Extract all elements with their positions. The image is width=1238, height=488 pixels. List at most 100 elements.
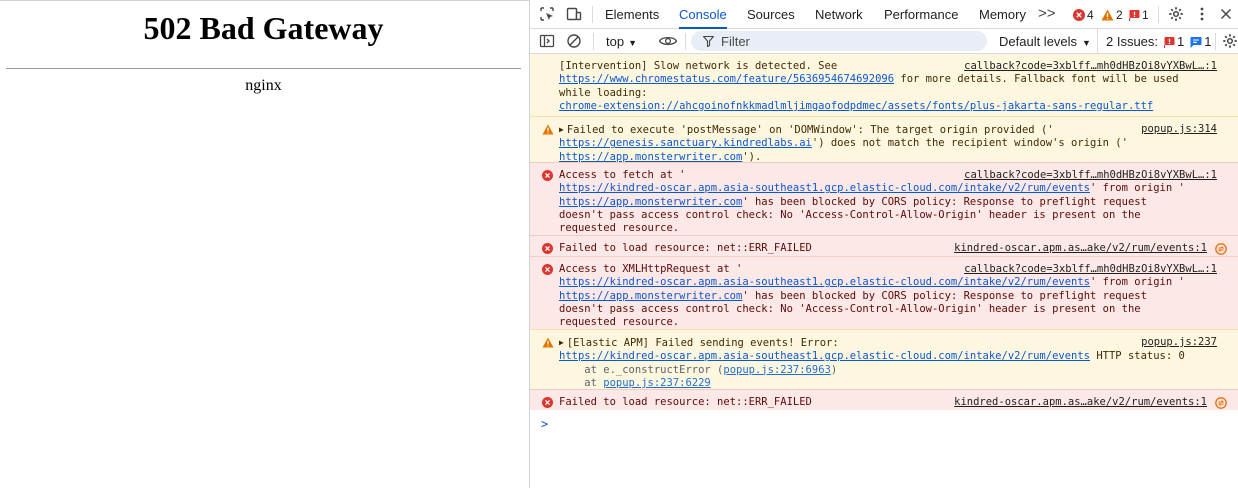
message-link[interactable]: https://kindred-oscar.apm.asia-southeast… [559,182,1090,194]
tab-sources[interactable]: Sources [747,0,795,29]
tab-memory[interactable]: Memory [979,0,1026,29]
message-source-link[interactable]: popup.js:237 [1141,336,1217,349]
live-expression-eye-icon[interactable] [658,33,678,49]
issue-flag-icon [1164,36,1175,48]
more-tabs-button[interactable]: >> [1038,0,1056,29]
message-line: Access to fetch at ' [559,169,686,181]
page-title: 502 Bad Gateway [143,10,384,46]
console-message-error: Access to XMLHttpRequest at ' https://ki… [530,256,1238,329]
more-options-icon[interactable] [1194,6,1210,22]
issues-label: 2 Issues: [1106,34,1159,49]
warning-icon [542,337,554,352]
issues-error-count: 1 [1164,34,1184,49]
message-line: HTTP status: 0 [1090,350,1185,363]
error-count-badge[interactable]: 4 [1073,7,1094,22]
message-text: ▶ Failed to execute 'postMessage' on 'DOM… [559,123,1219,164]
issues-button[interactable]: 2 Issues: 1 1 [1097,29,1212,54]
page-divider [6,68,521,69]
log-levels-label: Default levels [999,34,1078,49]
toolbar-separator [592,6,593,23]
log-levels-dropdown[interactable]: Default levels ▼ [999,29,1091,54]
close-icon[interactable] [1218,6,1234,22]
filter-box [691,31,987,51]
message-line: requested resource. [559,316,680,329]
dropdown-arrow-icon: ▼ [1082,38,1091,48]
filter-input[interactable] [721,33,971,49]
message-line: for more details. Fallback font will be … [894,73,1179,86]
issue-flag-icon [1129,9,1140,21]
context-label: top [606,34,625,49]
error-icon [542,397,553,412]
message-line: ' has been blocked by CORS policy: Respo… [742,289,1147,302]
issues-error-number: 1 [1177,34,1185,49]
stack-frame-text: at e._constructError ( [559,363,724,376]
message-link[interactable]: https://genesis.sanctuary.kindredlabs.ai [559,137,812,149]
message-source-link[interactable]: popup.js:314 [1141,123,1217,136]
console-message-error: Failed to load resource: net::ERR_FAILED… [530,389,1238,410]
error-count: 4 [1087,7,1094,22]
issues-count-badge[interactable]: 1 [1129,7,1149,22]
tab-performance[interactable]: Performance [884,0,958,29]
toolbar-separator [1215,33,1216,50]
message-line: '). [742,150,762,163]
devtools-panel: Elements Console Sources Network Perform… [529,0,1238,488]
message-source-link[interactable]: callback?code=3xblff…mh0dHBzOi8vYXBwL…:1 [964,169,1217,182]
warning-count: 2 [1116,7,1123,22]
stack-frame-link[interactable]: popup.js:237:6963 [723,364,830,376]
warning-count-badge[interactable]: 2 [1101,7,1123,22]
message-link[interactable]: https://app.monsterwriter.com [559,196,742,208]
console-message-error: Failed to load resource: net::ERR_FAILED… [530,235,1238,256]
tab-console[interactable]: Console [679,0,727,29]
console-prompt-chevron-icon[interactable]: > [541,417,548,431]
message-link[interactable]: https://app.monsterwriter.com [559,290,742,302]
expand-triangle-icon[interactable]: ▶ [559,123,564,136]
toolbar-separator [685,33,686,50]
message-line: ' from origin ' [1090,182,1185,195]
filter-funnel-icon [703,36,714,47]
clear-console-icon[interactable] [566,33,582,49]
message-line: [Intervention] Slow network is detected.… [559,60,838,72]
console-message-warning: [Intervention] Slow network is detected.… [530,54,1238,116]
toolbar-separator [1158,6,1159,23]
devtools-tabbar: Elements Console Sources Network Perform… [530,0,1238,29]
device-toolbar-icon[interactable] [566,6,582,22]
stack-frame: at popup.js:237:6229 [559,377,710,389]
stack-frame: at e._constructError (popup.js:237:6963) [559,364,837,376]
inspect-element-icon[interactable] [539,6,555,22]
tab-network[interactable]: Network [815,0,863,29]
message-line: requested resource. [559,222,680,235]
message-line: [Elastic APM] Failed sending events! Err… [566,337,839,349]
error-icon [1073,8,1085,21]
message-line: ' from origin ' [1090,276,1185,289]
error-icon [542,170,553,185]
issues-info-number: 1 [1204,34,1212,49]
stack-frame-text: ) [830,363,838,376]
message-link[interactable]: https://app.monsterwriter.com [559,151,742,163]
console-message-error: Access to fetch at ' https://kindred-osc… [530,162,1238,235]
settings-gear-icon[interactable] [1168,6,1184,22]
info-message-icon [1190,36,1202,48]
message-source-link[interactable]: kindred-oscar.apm.as…ake/v2/rum/events:1 [954,396,1207,409]
message-link[interactable]: https://kindred-oscar.apm.asia-southeast… [559,350,1090,362]
message-source-link[interactable]: callback?code=3xblff…mh0dHBzOi8vYXBwL…:1 [964,60,1217,73]
message-line: Failed to execute 'postMessage' on 'DOMW… [566,124,1054,136]
message-line: doesn't pass access control check: No 'A… [559,302,1141,315]
message-source-link[interactable]: callback?code=3xblff…mh0dHBzOi8vYXBwL…:1 [964,263,1217,276]
sidebar-toggle-icon[interactable] [539,33,555,49]
stack-frame-link[interactable]: popup.js:237:6229 [603,377,710,389]
context-selector[interactable]: top ▼ [606,29,637,54]
message-line: ' has been blocked by CORS policy: Respo… [742,195,1147,208]
console-message-warning: ▶ Failed to execute 'postMessage' on 'DOM… [530,116,1238,164]
console-settings-gear-icon[interactable] [1222,33,1238,49]
warning-icon [542,124,554,139]
tab-elements[interactable]: Elements [605,0,659,29]
message-source-link[interactable]: kindred-oscar.apm.as…ake/v2/rum/events:1 [954,242,1207,255]
expand-triangle-icon[interactable]: ▶ [559,336,564,349]
toolbar-separator [593,33,594,50]
network-request-icon[interactable] [1215,397,1227,413]
message-link[interactable]: https://kindred-oscar.apm.asia-southeast… [559,276,1090,288]
message-line: while loading: [559,86,648,99]
message-link[interactable]: chrome-extension://ahcgoinofnkkmadlmljim… [559,100,1153,112]
message-link[interactable]: https://www.chromestatus.com/feature/563… [559,73,894,85]
issues-info-count: 1 [1190,34,1212,49]
